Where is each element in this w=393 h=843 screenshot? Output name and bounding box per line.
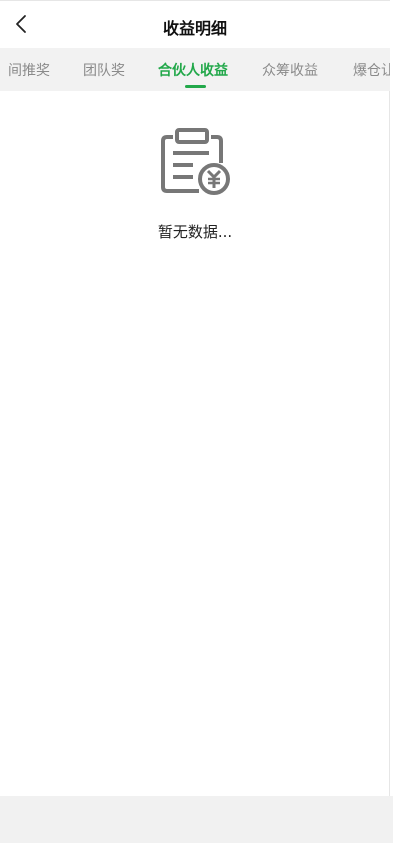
page-title: 收益明细 xyxy=(162,19,227,38)
page: 收益明细 间推奖 团队奖 合伙人收益 众筹收益 爆仓让 暂无数据... xyxy=(0,0,390,843)
active-tab-indicator xyxy=(185,85,206,88)
tab-partner-earnings[interactable]: 合伙人收益 xyxy=(158,60,228,80)
tab-crowdfunding-earnings[interactable]: 众筹收益 xyxy=(262,60,318,80)
tab-bar: 间推奖 团队奖 合伙人收益 众筹收益 爆仓让 xyxy=(0,48,390,91)
tab-indirect-referral[interactable]: 间推奖 xyxy=(8,60,50,80)
clipboard-yuan-icon xyxy=(159,127,233,199)
tab-team-bonus[interactable]: 团队奖 xyxy=(83,60,125,80)
tab-liquidation[interactable]: 爆仓让 xyxy=(353,60,390,80)
header: 收益明细 xyxy=(0,0,390,48)
empty-state-text: 暂无数据... xyxy=(157,223,233,241)
bottom-bar xyxy=(0,796,393,843)
